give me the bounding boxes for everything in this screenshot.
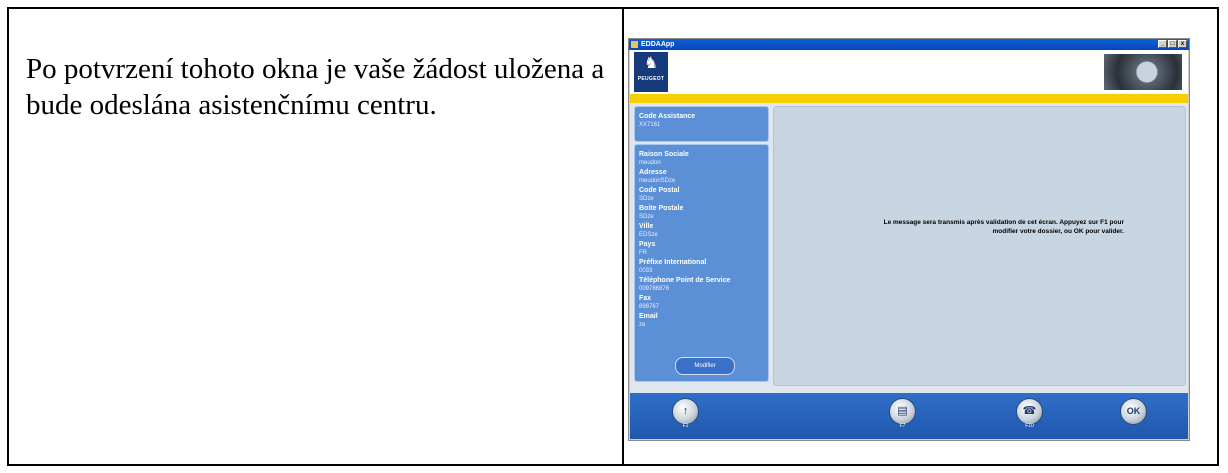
field-label: Fax <box>639 295 652 302</box>
close-button[interactable]: x <box>1178 40 1187 48</box>
message-panel: Le message sera transmis après validatio… <box>773 106 1186 386</box>
field-label: Pays <box>639 241 656 248</box>
field-label: Ville <box>639 223 654 230</box>
app-window: EDDAApp _ □ x ♞ PEUGEOT Code Assistance … <box>628 38 1190 441</box>
window-controls: _ □ x <box>1158 40 1187 48</box>
field-label: Préfixe International <box>639 259 707 266</box>
field-value: 009786876 <box>639 286 670 292</box>
field-value: ze <box>639 322 646 328</box>
phone-icon: ☎ <box>1022 405 1037 417</box>
field-label: Boite Postale <box>639 205 684 212</box>
f10-button[interactable]: ☎ <box>1016 398 1043 425</box>
field-value: meudonSDze <box>639 178 676 184</box>
field-value: 0033 <box>639 268 653 274</box>
dealer-info-panel: Raison Sociale meudon Adresse meudonSDze… <box>634 144 769 382</box>
ok-button[interactable]: OK <box>1120 398 1147 425</box>
field-label: Raison Sociale <box>639 151 689 158</box>
field-value: SDze <box>639 214 654 220</box>
title-bar: EDDAApp _ □ x <box>629 39 1189 50</box>
window-title: EDDAApp <box>641 41 675 48</box>
table-divider <box>622 9 624 464</box>
footer-toolbar: ↑ F1 ▤ F7 ☎ F10 OK <box>630 393 1188 439</box>
field-label: Adresse <box>639 169 667 176</box>
code-assistance-value: XX7161 <box>639 122 661 128</box>
instruction-text: Po potvrzení tohoto okna je vaše žádost … <box>26 53 605 121</box>
f10-key-label: F10 <box>1025 423 1034 429</box>
message-line-2: modifier votre dossier, ou OK pour valid… <box>992 228 1124 235</box>
f1-button[interactable]: ↑ <box>672 398 699 425</box>
app-icon <box>631 41 638 48</box>
ok-icon: OK <box>1126 406 1141 416</box>
banner-graphic <box>1104 54 1182 90</box>
yellow-stripe <box>630 94 1188 103</box>
field-value: FR <box>639 250 647 256</box>
f1-key-label: F1 <box>682 423 689 429</box>
code-assistance-label: Code Assistance <box>639 113 696 120</box>
field-value: EDSze <box>639 232 658 238</box>
field-value: 898767 <box>639 304 660 310</box>
field-value: SDze <box>639 196 654 202</box>
content-area: Code Assistance XX7161 Raison Sociale me… <box>630 103 1188 393</box>
document-icon: ▤ <box>897 405 908 417</box>
field-label: Code Postal <box>639 187 680 194</box>
f7-button[interactable]: ▤ <box>889 398 916 425</box>
confirmation-message: Le message sera transmis après validatio… <box>794 218 1124 236</box>
brand-name: PEUGEOT <box>637 76 665 82</box>
up-arrow-icon: ↑ <box>682 405 689 417</box>
header-banner: ♞ PEUGEOT <box>630 50 1188 94</box>
lion-icon: ♞ <box>643 55 659 72</box>
peugeot-logo: ♞ PEUGEOT <box>634 52 668 92</box>
message-line-1: Le message sera transmis après validatio… <box>883 219 1124 226</box>
modify-button[interactable]: Modifier <box>675 357 735 375</box>
code-assistance-panel: Code Assistance XX7161 <box>634 106 769 142</box>
f7-key-label: F7 <box>899 423 906 429</box>
minimize-button[interactable]: _ <box>1158 40 1167 48</box>
field-label: Email <box>639 313 658 320</box>
field-label: Téléphone Point de Service <box>639 277 731 284</box>
field-value: meudon <box>639 160 661 166</box>
maximize-button[interactable]: □ <box>1168 40 1177 48</box>
